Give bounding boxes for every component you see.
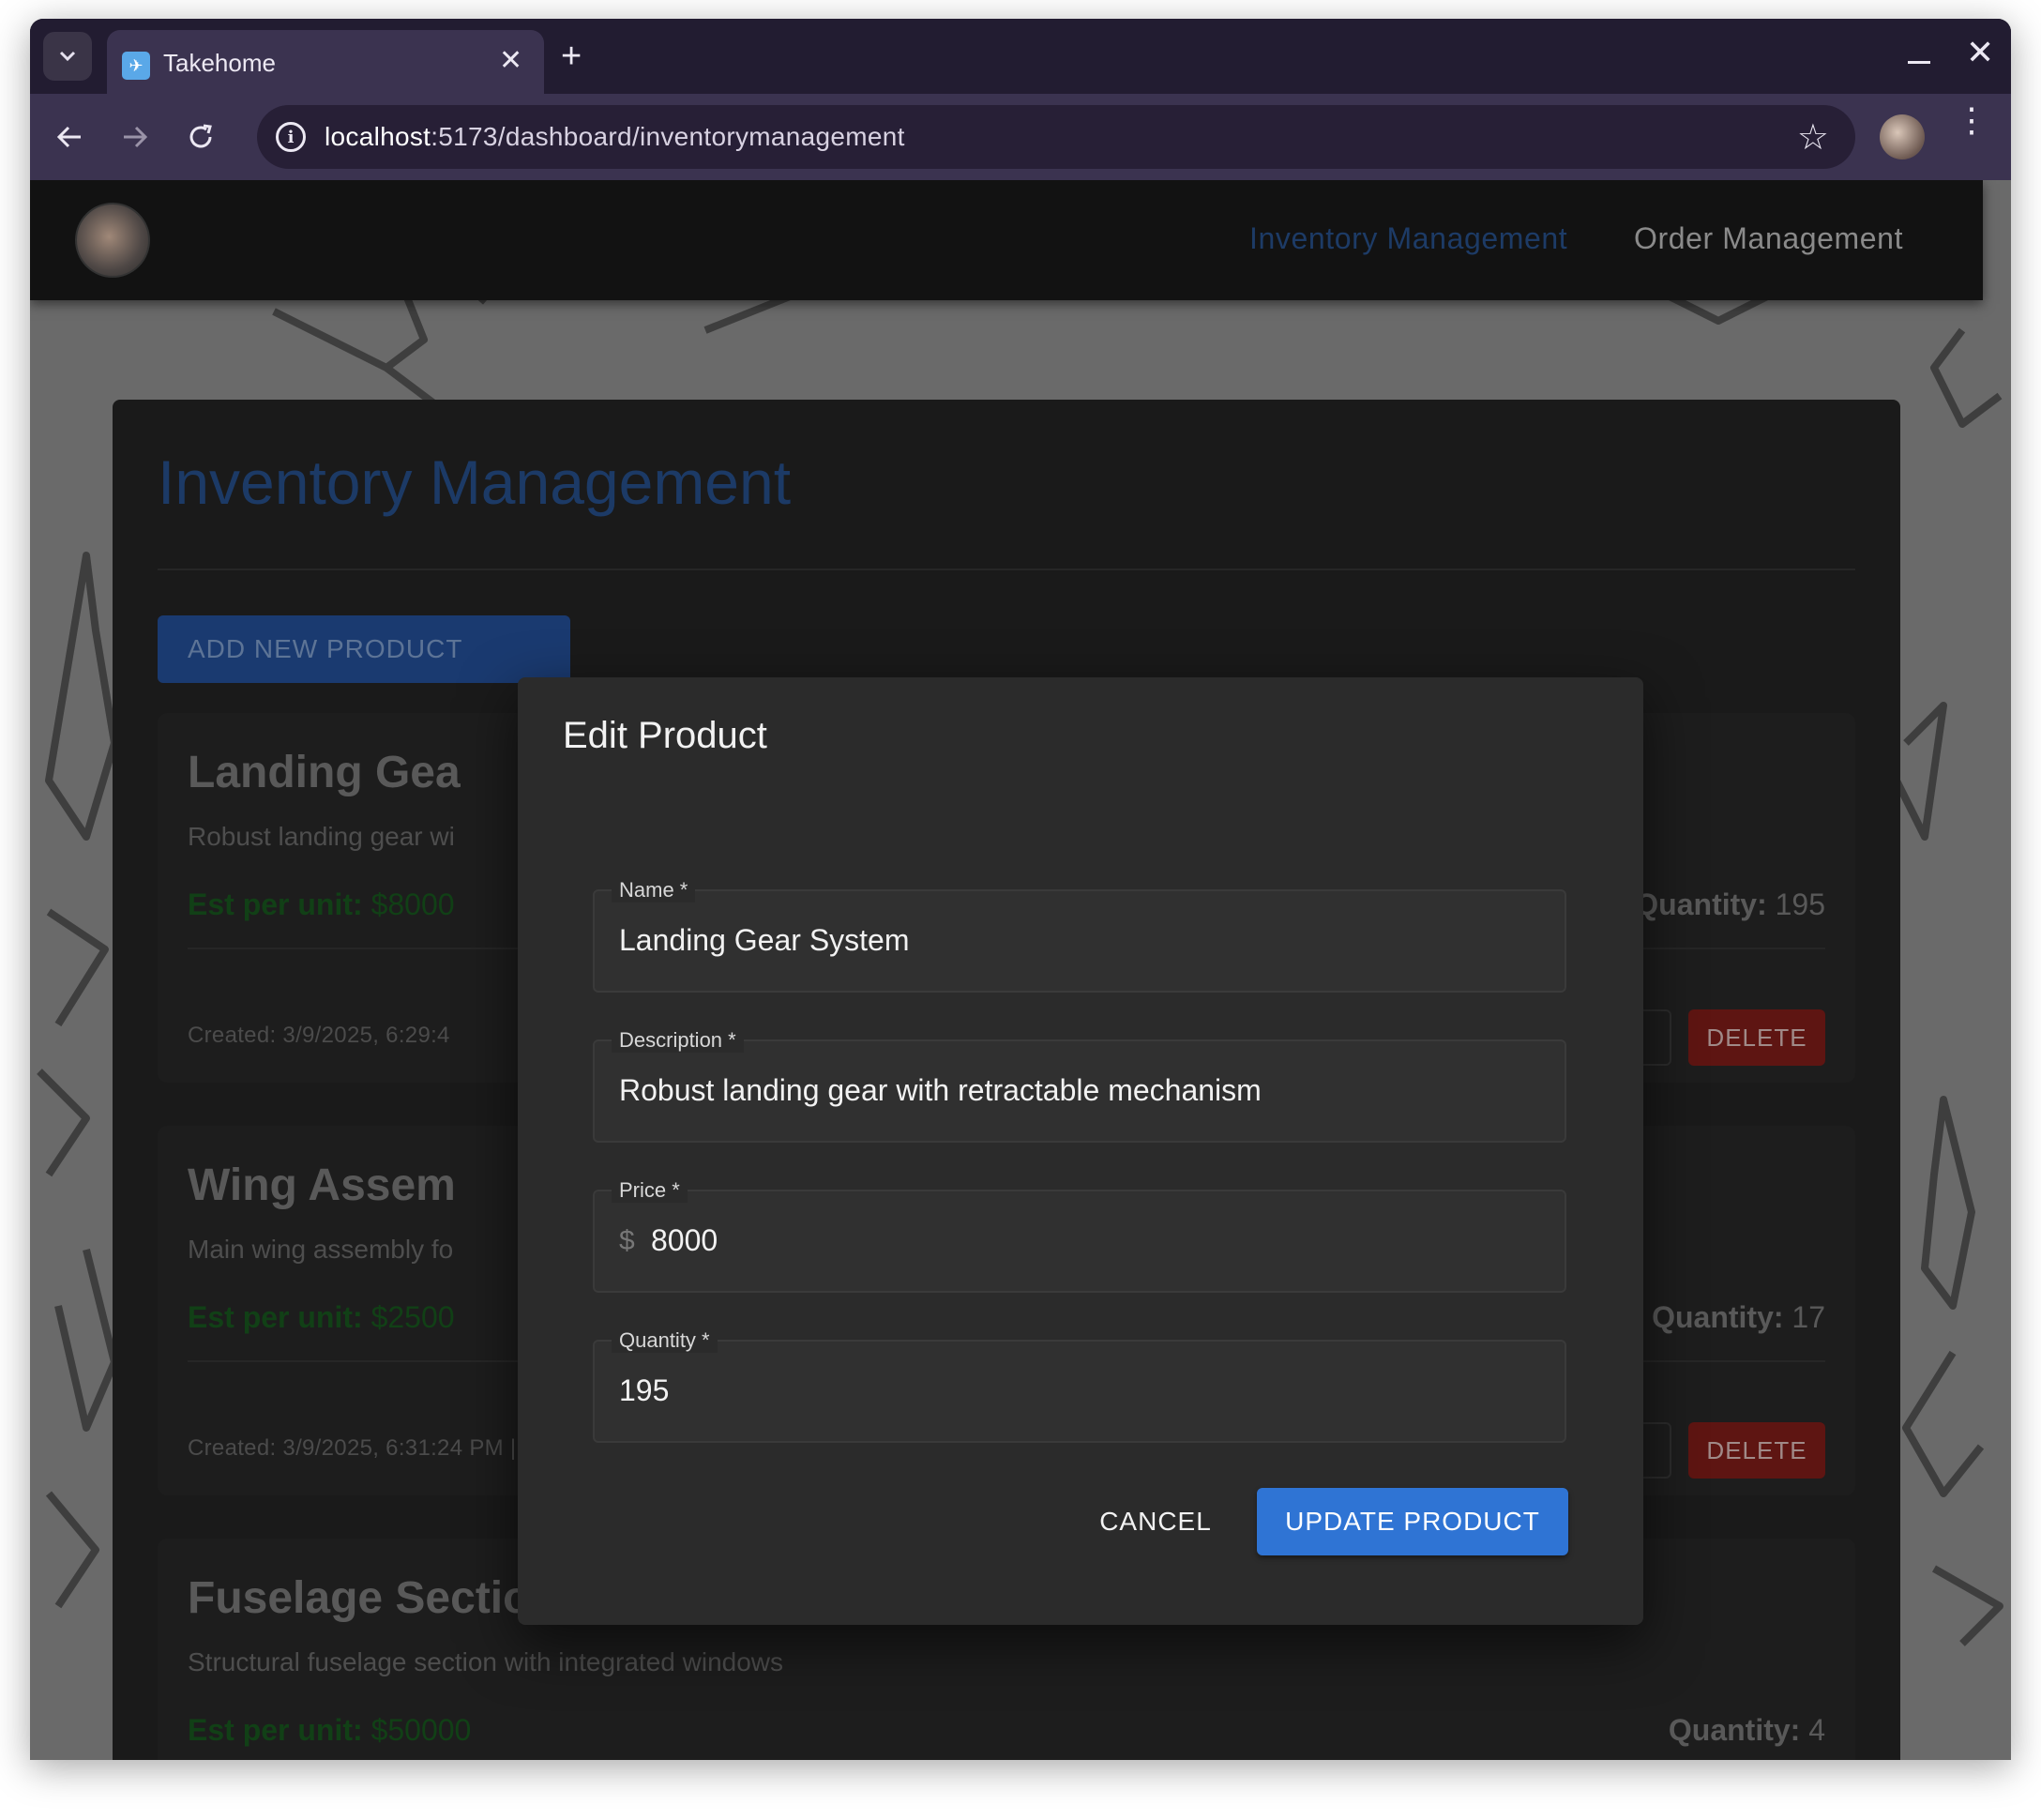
product-quantity: Quantity: 17 (1652, 1300, 1825, 1334)
product-price: Est per unit: $8000 (188, 887, 455, 921)
product-name: Landing Gea (188, 748, 461, 797)
close-window-icon[interactable]: ✕ (1966, 36, 1994, 69)
address-bar[interactable]: i localhost:5173/dashboard/inventorymana… (257, 105, 1855, 169)
minimize-window-icon[interactable] (1908, 39, 1930, 68)
product-name: Wing Assem (188, 1160, 456, 1210)
nav-inventory-management[interactable]: Inventory Management (1249, 221, 1567, 256)
quantity-field-value[interactable]: 195 (619, 1373, 669, 1408)
bookmark-star-icon[interactable]: ☆ (1797, 116, 1829, 159)
product-price: Est per unit: $2500 (188, 1300, 455, 1334)
browser-window: ✈ Takehome ✕ + ✕ i localhost:5173/dashbo… (30, 19, 2011, 1760)
name-field-value[interactable]: Landing Gear System (619, 923, 910, 958)
description-field-value[interactable]: Robust landing gear with retractable mec… (619, 1073, 1262, 1108)
site-info-icon[interactable]: i (276, 122, 306, 152)
app-bar: Inventory Management Order Management (30, 180, 1983, 300)
quantity-field[interactable]: Quantity * 195 (593, 1328, 1566, 1443)
back-arrow-icon[interactable] (47, 114, 92, 159)
page-viewport: Inventory Management Order Management In… (30, 180, 2011, 1760)
update-product-button[interactable]: UPDATE PRODUCT (1257, 1488, 1568, 1555)
divider (158, 569, 1855, 570)
edit-product-dialog: Edit Product Name * Landing Gear System … (518, 677, 1643, 1625)
add-new-product-button[interactable]: ADD NEW PRODUCT (158, 615, 570, 683)
close-tab-icon[interactable]: ✕ (499, 47, 522, 75)
product-quantity: Quantity: 195 (1635, 887, 1825, 921)
browser-tab[interactable]: ✈ Takehome ✕ (107, 30, 544, 94)
description-field[interactable]: Description * Robust landing gear with r… (593, 1028, 1566, 1143)
page-title: Inventory Management (158, 447, 792, 517)
currency-prefix: $ (619, 1225, 635, 1256)
quantity-field-label: Quantity * (612, 1328, 718, 1353)
product-timestamps: Created: 3/9/2025, 6:29:4 (188, 1023, 450, 1048)
url-text[interactable]: localhost:5173/dashboard/inventorymanage… (325, 122, 905, 152)
tab-search-button[interactable] (43, 32, 92, 81)
cancel-button[interactable]: CANCEL (1071, 1488, 1240, 1555)
delete-button[interactable]: DELETE (1688, 1009, 1825, 1066)
browser-toolbar: i localhost:5173/dashboard/inventorymana… (30, 94, 2011, 180)
product-description: Structural fuselage section with integra… (188, 1647, 784, 1676)
product-description: Robust landing gear wi (188, 822, 455, 851)
forward-arrow-icon[interactable] (113, 114, 158, 159)
nav-order-management[interactable]: Order Management (1634, 221, 1903, 256)
chevron-down-icon (59, 51, 76, 62)
app-logo-avatar[interactable] (75, 203, 150, 278)
delete-button[interactable]: DELETE (1688, 1422, 1825, 1479)
tab-title: Takehome (163, 49, 276, 77)
price-field-value[interactable]: 8000 (651, 1223, 718, 1258)
more-menu-icon[interactable]: ⋮ (1955, 103, 1988, 159)
dialog-title: Edit Product (563, 715, 767, 756)
profile-avatar-icon[interactable] (1880, 114, 1925, 159)
description-field-label: Description * (612, 1028, 744, 1053)
airplane-favicon-icon: ✈ (122, 52, 150, 80)
price-field-label: Price * (612, 1178, 688, 1203)
product-price: Est per unit: $50000 (188, 1713, 472, 1747)
product-quantity: Quantity: 4 (1668, 1713, 1825, 1747)
name-field-label: Name * (612, 878, 696, 902)
name-field[interactable]: Name * Landing Gear System (593, 878, 1566, 993)
product-name: Fuselage Section (188, 1573, 558, 1623)
price-field[interactable]: Price * $ 8000 (593, 1178, 1566, 1293)
new-tab-icon[interactable]: + (561, 38, 582, 75)
reload-icon[interactable] (178, 114, 223, 159)
product-description: Main wing assembly fo (188, 1235, 454, 1264)
tab-bar: ✈ Takehome ✕ + ✕ (30, 19, 2011, 94)
